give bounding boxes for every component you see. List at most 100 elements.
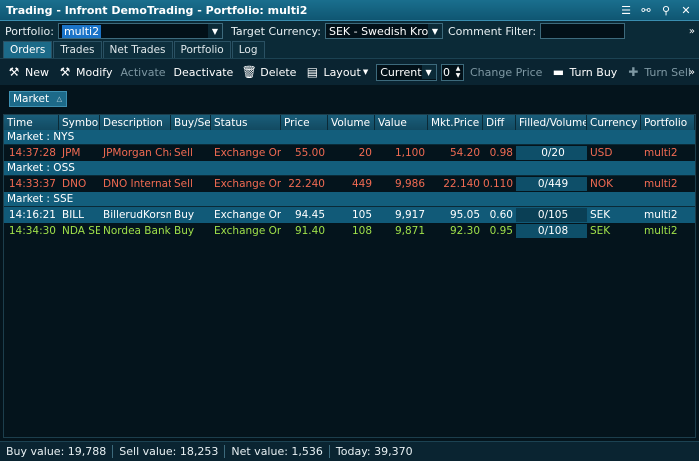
- currency-select[interactable]: SEK - Swedish Krone ▼: [324, 23, 443, 39]
- delete-button[interactable]: 🗑 Delete: [241, 65, 297, 79]
- group-row[interactable]: Market : SSE: [4, 192, 695, 207]
- cell-volume: 20: [358, 147, 372, 159]
- cell-currency: SEK: [590, 209, 611, 221]
- cell-price: 91.40: [294, 225, 325, 237]
- col-portfolio[interactable]: Portfolio: [641, 115, 695, 130]
- tab-bar: Orders Trades Net Trades Portfolio Log: [0, 41, 699, 58]
- portfolio-select[interactable]: multi2 ▼: [57, 23, 223, 39]
- expand-icon[interactable]: »: [689, 67, 695, 78]
- currency-value: SEK - Swedish Krone: [328, 24, 428, 38]
- tab-portfolio[interactable]: Portfolio: [173, 41, 231, 58]
- col-diff[interactable]: Diff: [483, 115, 516, 130]
- tab-orders[interactable]: Orders: [3, 41, 53, 58]
- col-mkt-price[interactable]: Mkt.Price: [428, 115, 483, 130]
- minus-icon: ▬: [552, 65, 565, 79]
- cell-diff: 0.95: [489, 225, 513, 237]
- stepper-arrows-icon[interactable]: ▲ ▼: [453, 65, 463, 80]
- comment-filter-input[interactable]: [540, 23, 626, 39]
- group-chip-market[interactable]: Market △: [9, 91, 67, 107]
- title-bar: Trading - Infront DemoTrading - Portfoli…: [0, 0, 699, 21]
- cell-symbol: BILL: [62, 209, 84, 221]
- chevron-down-icon[interactable]: ▼: [207, 24, 222, 38]
- col-time[interactable]: Time: [4, 115, 59, 130]
- modify-icon: ⚒: [59, 65, 71, 79]
- price-stepper[interactable]: 0 ▲ ▼: [440, 63, 464, 81]
- turn-sell-button[interactable]: ✚ Turn Sell: [625, 65, 691, 79]
- table-row[interactable]: 14:37:28 JPM JPMorgan ChaseSell Exchange Or…: [4, 145, 695, 161]
- layout-icon: ▤: [306, 65, 319, 79]
- cell-diff: 0.110: [483, 178, 513, 190]
- window-title: Trading - Infront DemoTrading - Portfoli…: [6, 3, 308, 17]
- portfolio-value: multi2: [61, 24, 102, 38]
- net-value: Net value: 1,536: [231, 445, 330, 458]
- pin-icon[interactable]: ⚲: [659, 3, 673, 17]
- cell-currency: SEK: [590, 225, 611, 237]
- sell-value: Sell value: 18,253: [119, 445, 226, 458]
- chevron-down-icon[interactable]: ▼: [427, 24, 442, 38]
- tab-log[interactable]: Log: [231, 41, 265, 58]
- col-status[interactable]: Status: [211, 115, 281, 130]
- col-value[interactable]: Value: [375, 115, 428, 130]
- col-buy-sell[interactable]: Buy/Sell: [171, 115, 211, 130]
- col-filled-volume[interactable]: Filled/Volume: [516, 115, 587, 130]
- deactivate-button[interactable]: Deactivate: [174, 66, 234, 79]
- group-row[interactable]: Market : NYS: [4, 130, 695, 145]
- cell-mkt-price: 95.05: [449, 209, 480, 221]
- buy-value: Buy value: 19,788: [6, 445, 114, 458]
- cell-time: 14:16:21: [8, 209, 56, 221]
- cell-portfolio: multi2: [644, 209, 678, 221]
- cell-status: Exchange Order: [214, 178, 281, 190]
- cell-mkt-price: 92.30: [449, 225, 480, 237]
- grid-header: Time Symbol Description Buy/Sell Status …: [4, 115, 695, 130]
- col-description[interactable]: Description: [100, 115, 171, 130]
- cell-diff: 0.60: [489, 209, 513, 221]
- turn-buy-button[interactable]: ▬ Turn Buy: [550, 65, 618, 79]
- cell-portfolio: multi2: [644, 147, 678, 159]
- cell-status: Exchange Order: [214, 225, 281, 237]
- layout-button[interactable]: ▤ Layout ▼: [304, 65, 368, 79]
- col-currency[interactable]: Currency: [587, 115, 641, 130]
- cell-value: 1,100: [394, 147, 425, 159]
- cell-price: 22.240: [288, 178, 325, 190]
- status-bar: Buy value: 19,788 Sell value: 18,253 Net…: [0, 441, 699, 461]
- new-button[interactable]: ⚒ New: [6, 65, 49, 79]
- change-price-button[interactable]: Change Price: [470, 66, 542, 79]
- cell-mkt-price: 22.140: [443, 178, 480, 190]
- plus-icon: ✚: [628, 65, 639, 79]
- cell-time: 14:37:28: [8, 147, 56, 159]
- cell-portfolio: multi2: [644, 225, 678, 237]
- cell-filled: 0/105: [516, 208, 587, 222]
- cell-price: 94.45: [294, 209, 325, 221]
- cell-currency: USD: [590, 147, 613, 159]
- filter-bar: Portfolio: multi2 ▼ Target Currency: SEK…: [0, 21, 699, 41]
- close-icon[interactable]: ✕: [679, 3, 693, 17]
- tab-trades[interactable]: Trades: [53, 41, 102, 58]
- cell-side: Sell: [174, 178, 193, 190]
- mode-select[interactable]: Current ▼: [376, 63, 437, 81]
- expand-icon[interactable]: »: [689, 26, 695, 37]
- cell-value: 9,871: [394, 225, 425, 237]
- table-row[interactable]: 14:34:30 NDA SEKNordea Bank ABBuy Exchange…: [4, 223, 695, 239]
- table-row[interactable]: 14:16:21 BILL BillerudKorsnäs ABuy Exchange…: [4, 207, 695, 223]
- cell-value: 9,917: [394, 209, 425, 221]
- col-price[interactable]: Price: [281, 115, 328, 130]
- unlink-icon[interactable]: ⚯: [639, 3, 653, 17]
- chevron-down-icon[interactable]: ▼: [421, 65, 436, 79]
- cell-description: DNO Internationa: [103, 178, 171, 190]
- group-row[interactable]: Market : OSS: [4, 161, 695, 176]
- toolbar: ⚒ New ⚒ Modify Activate Deactivate 🗑 Del…: [0, 58, 699, 85]
- window-controls: ☰ ⚯ ⚲ ✕: [619, 3, 699, 17]
- menu-icon[interactable]: ☰: [619, 3, 633, 17]
- col-symbol[interactable]: Symbol: [59, 115, 100, 130]
- modify-button[interactable]: ⚒ Modify: [57, 65, 113, 79]
- col-volume[interactable]: Volume: [328, 115, 375, 130]
- comment-filter-label: Comment Filter:: [447, 24, 537, 38]
- cell-status: Exchange Order: [214, 147, 281, 159]
- activate-button[interactable]: Activate: [120, 66, 165, 79]
- cell-description: JPMorgan Chase: [103, 147, 171, 159]
- cell-symbol: JPM: [62, 147, 81, 159]
- tab-net-trades[interactable]: Net Trades: [102, 41, 173, 58]
- table-row[interactable]: 14:33:37 DNO DNO InternationaSell Exchange …: [4, 176, 695, 192]
- trash-icon: 🗑: [241, 65, 257, 79]
- cell-description: Nordea Bank AB: [103, 225, 171, 237]
